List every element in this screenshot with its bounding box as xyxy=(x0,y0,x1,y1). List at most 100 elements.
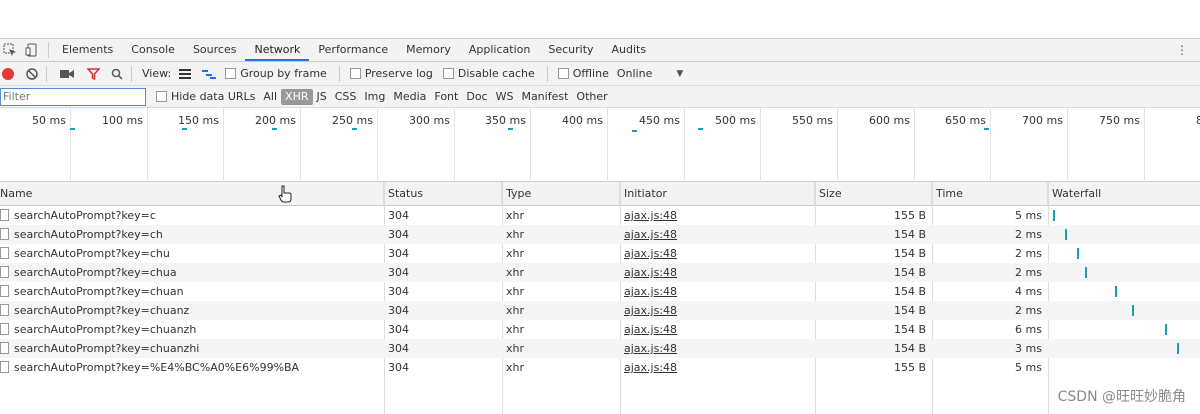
capture-screenshots-icon[interactable] xyxy=(59,66,75,82)
table-row[interactable]: searchAutoPrompt?key=chu 304 xhr ajax.js:48… xyxy=(0,244,1200,263)
overview-tick-label: 750 ms xyxy=(1099,114,1140,127)
initiator-link[interactable]: ajax.js:48 xyxy=(624,209,677,222)
initiator-link[interactable]: ajax.js:48 xyxy=(624,342,677,355)
overview-gridline xyxy=(147,108,148,182)
cell-status: 304 xyxy=(388,285,409,298)
overview-request-mark xyxy=(984,128,989,130)
tab-audits[interactable]: Audits xyxy=(603,39,656,61)
disable-cache-checkbox[interactable] xyxy=(442,68,454,79)
tab-performance[interactable]: Performance xyxy=(309,39,397,61)
cell-status: 304 xyxy=(388,361,409,374)
filter-type-font[interactable]: Font xyxy=(430,89,462,105)
initiator-link[interactable]: ajax.js:48 xyxy=(624,228,677,241)
filter-type-all[interactable]: All xyxy=(259,89,281,105)
cell-type: xhr xyxy=(506,228,525,241)
column-header-status[interactable]: Status xyxy=(384,182,502,206)
column-header-initiator[interactable]: Initiator xyxy=(620,182,815,206)
overview-tick-label: 800 xyxy=(1196,114,1200,127)
column-header-size[interactable]: Size xyxy=(815,182,932,206)
filter-type-xhr[interactable]: XHR xyxy=(281,88,313,105)
table-row[interactable]: searchAutoPrompt?key=ch 304 xhr ajax.js:48 1… xyxy=(0,225,1200,244)
filter-type-ws[interactable]: WS xyxy=(492,89,518,105)
waterfall-bar xyxy=(1065,229,1067,240)
initiator-link[interactable]: ajax.js:48 xyxy=(624,266,677,279)
table-row[interactable]: searchAutoPrompt?key=chuanzh 304 xhr ajax.j… xyxy=(0,320,1200,339)
tab-sources[interactable]: Sources xyxy=(184,39,246,61)
disable-cache-label: Disable cache xyxy=(457,67,535,80)
device-toolbar-icon[interactable] xyxy=(24,42,40,58)
filter-icon[interactable] xyxy=(85,66,101,82)
cell-initiator[interactable]: ajax.js:48 xyxy=(620,282,815,301)
filter-type-css[interactable]: CSS xyxy=(331,89,361,105)
cell-time: 2 ms xyxy=(1015,266,1042,279)
preserve-log-checkbox[interactable] xyxy=(349,68,361,79)
throttling-select[interactable]: Online xyxy=(617,67,652,80)
filter-type-doc[interactable]: Doc xyxy=(462,89,491,105)
filter-type-img[interactable]: Img xyxy=(360,89,389,105)
filter-type-media[interactable]: Media xyxy=(389,89,430,105)
overview-gridline xyxy=(377,108,378,182)
more-options-icon[interactable]: ⋮ xyxy=(1174,42,1190,58)
cell-name: searchAutoPrompt?key=chu xyxy=(14,247,170,260)
cell-size: 154 B xyxy=(893,247,926,260)
initiator-link[interactable]: ajax.js:48 xyxy=(624,285,677,298)
filter-type-manifest[interactable]: Manifest xyxy=(517,89,572,105)
cell-initiator[interactable]: ajax.js:48 xyxy=(620,339,815,358)
column-header-type[interactable]: Type xyxy=(502,182,620,206)
table-row[interactable]: searchAutoPrompt?key=chuanz 304 xhr ajax.js… xyxy=(0,301,1200,320)
filter-input[interactable] xyxy=(0,87,146,106)
chevron-down-icon[interactable]: ▼ xyxy=(676,69,683,79)
filter-type-js[interactable]: JS xyxy=(313,89,331,105)
initiator-link[interactable]: ajax.js:48 xyxy=(624,323,677,336)
hide-data-urls-checkbox[interactable] xyxy=(156,91,167,102)
large-request-rows-icon[interactable] xyxy=(177,66,193,82)
waterfall-bar xyxy=(1165,324,1167,335)
tab-console[interactable]: Console xyxy=(122,39,184,61)
tab-elements[interactable]: Elements xyxy=(53,39,122,61)
column-header-time[interactable]: Time xyxy=(932,182,1048,206)
search-icon[interactable] xyxy=(109,66,125,82)
tab-network[interactable]: Network xyxy=(245,39,310,61)
cell-size: 154 B xyxy=(893,304,926,317)
tabs: Elements Console Sources Network Performance… xyxy=(53,39,655,61)
cell-initiator[interactable]: ajax.js:48 xyxy=(620,244,815,263)
cell-initiator[interactable]: ajax.js:48 xyxy=(620,358,815,377)
cell-type: xhr xyxy=(506,285,525,298)
tab-memory[interactable]: Memory xyxy=(397,39,460,61)
tab-security[interactable]: Security xyxy=(539,39,602,61)
tab-application[interactable]: Application xyxy=(460,39,539,61)
filter-type-other[interactable]: Other xyxy=(572,89,611,105)
inspect-element-icon[interactable] xyxy=(2,42,18,58)
column-header-name[interactable]: Name xyxy=(0,182,384,206)
initiator-link[interactable]: ajax.js:48 xyxy=(624,304,677,317)
show-overview-icon[interactable] xyxy=(201,66,217,82)
table-row[interactable]: searchAutoPrompt?key=chua 304 xhr ajax.js:4… xyxy=(0,263,1200,282)
overview-gridline xyxy=(300,108,301,182)
overview-gridline xyxy=(684,108,685,182)
overview-request-mark xyxy=(508,128,513,130)
cell-name: searchAutoPrompt?key=chuan xyxy=(14,285,184,298)
group-by-frame-label: Group by frame xyxy=(240,67,327,80)
table-row[interactable]: searchAutoPrompt?key=chuanzhi 304 xhr ajax.… xyxy=(0,339,1200,358)
cell-initiator[interactable]: ajax.js:48 xyxy=(620,320,815,339)
view-label: View: xyxy=(142,67,172,80)
table-row[interactable]: searchAutoPrompt?key=chuan 304 xhr ajax.js:… xyxy=(0,282,1200,301)
record-icon[interactable] xyxy=(2,67,14,80)
offline-checkbox[interactable] xyxy=(557,68,569,79)
group-by-frame-checkbox[interactable] xyxy=(225,68,237,79)
cell-initiator[interactable]: ajax.js:48 xyxy=(620,263,815,282)
overview-request-mark xyxy=(272,128,277,130)
waterfall-bar xyxy=(1053,210,1055,221)
overview-tick-label: 250 ms xyxy=(332,114,373,127)
cell-initiator[interactable]: ajax.js:48 xyxy=(620,206,815,225)
cell-initiator[interactable]: ajax.js:48 xyxy=(620,225,815,244)
waterfall-bar xyxy=(1115,286,1117,297)
initiator-link[interactable]: ajax.js:48 xyxy=(624,247,677,260)
table-row[interactable]: searchAutoPrompt?key=c 304 xhr ajax.js:48 15… xyxy=(0,206,1200,225)
cell-initiator[interactable]: ajax.js:48 xyxy=(620,301,815,320)
initiator-link[interactable]: ajax.js:48 xyxy=(624,361,677,374)
column-header-waterfall[interactable]: Waterfall xyxy=(1048,182,1200,206)
waterfall-bar xyxy=(1077,248,1079,259)
table-row[interactable]: searchAutoPrompt?key=%E4%BC%A0%E6%99%BA 3… xyxy=(0,358,1200,377)
clear-icon[interactable] xyxy=(24,66,40,82)
